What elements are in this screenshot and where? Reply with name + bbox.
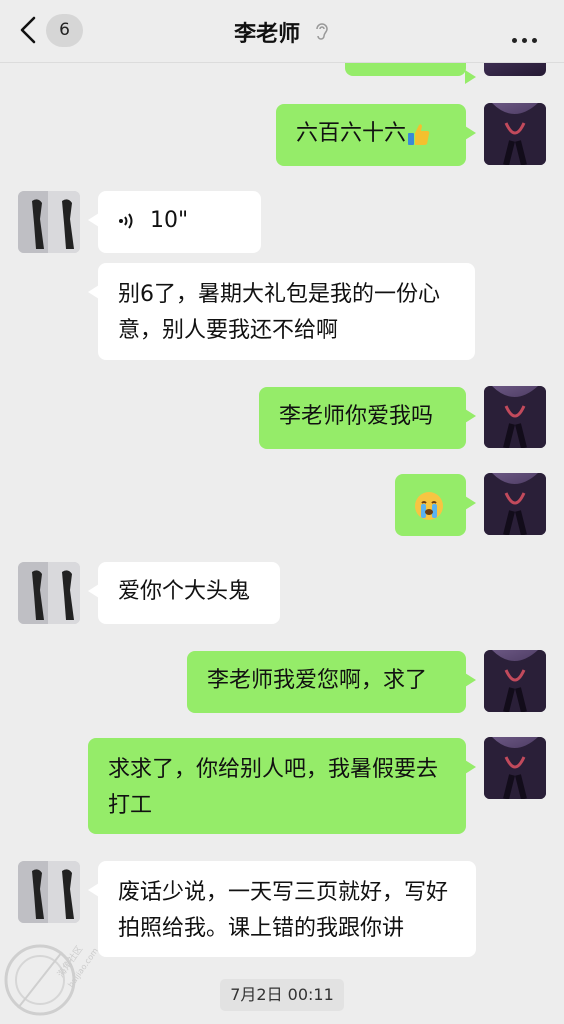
message-bubble[interactable]: 李老师你爱我吗 [259, 387, 476, 449]
message-text: 别6了，暑期大礼包是我的一份心意，别人要我还不给啊 [118, 282, 440, 343]
message-bubble[interactable]: 别6了，暑期大礼包是我的一份心意，别人要我还不给啊 [88, 263, 475, 360]
self-avatar[interactable] [484, 650, 546, 712]
ear-mode-icon [316, 23, 328, 40]
message-timestamp: 7月2日 00:11 [220, 979, 344, 1011]
message-text: 六百六十六 [296, 121, 407, 146]
chat-title: 李老师 [0, 16, 564, 48]
chat-title-text: 李老师 [234, 22, 301, 47]
self-avatar[interactable] [484, 386, 546, 448]
teacher-avatar[interactable] [18, 861, 80, 923]
message-text: 爱你个大头鬼 [118, 579, 251, 604]
crying-face-icon [415, 492, 443, 520]
message-bubble[interactable]: 求求了，你给别人吧，我暑假要去打工 [88, 738, 476, 834]
message-bubble[interactable]: 李老师我爱您啊，求了 [187, 651, 476, 713]
teacher-avatar[interactable] [18, 191, 80, 253]
message-bubble[interactable]: 废话少说，一天写三页就好，写好拍照给我。课上错的我跟你讲 [88, 861, 476, 957]
self-avatar[interactable] [484, 737, 546, 799]
message-text: 李老师我爱您啊，求了 [207, 668, 428, 693]
emoji-message-bubble[interactable] [395, 474, 476, 536]
site-watermark-logo: 海角社区 haijiao.com [4, 943, 100, 1016]
self-avatar[interactable] [484, 473, 546, 535]
self-avatar[interactable] [484, 103, 546, 165]
chat-header: 6 李老师 [0, 0, 564, 63]
more-options-icon[interactable] [512, 28, 544, 43]
message-bubble[interactable]: 爱你个大头鬼 [88, 562, 280, 624]
teacher-avatar[interactable] [18, 562, 80, 624]
thumbs-up-icon [408, 124, 430, 145]
message-text: 李老师你爱我吗 [279, 404, 434, 429]
voice-duration: 10" [150, 208, 189, 233]
message-text: 求求了，你给别人吧，我暑假要去打工 [108, 757, 439, 818]
voice-message-bubble[interactable]: 10" [88, 191, 261, 253]
message-text: 废话少说，一天写三页就好，写好拍照给我。课上错的我跟你讲 [118, 880, 449, 941]
message-bubble[interactable]: 六百六十六 [276, 104, 476, 166]
voice-wave-icon [119, 213, 133, 229]
